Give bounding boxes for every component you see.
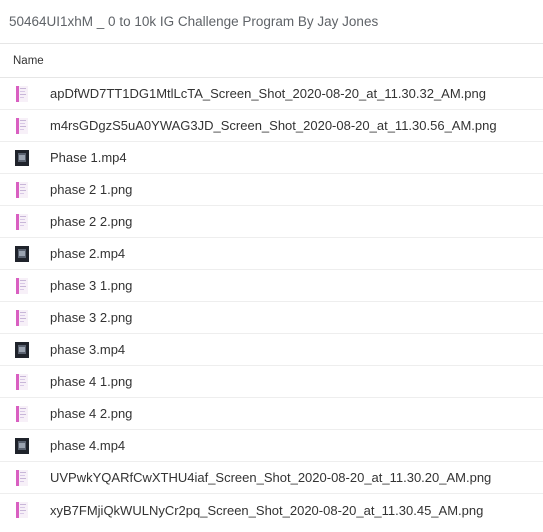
file-row[interactable]: phase 3 2.png	[0, 302, 543, 334]
image-thumbnail-icon	[14, 213, 30, 230]
video-thumbnail-icon	[14, 149, 30, 166]
file-row[interactable]: phase 4 1.png	[0, 366, 543, 398]
image-thumbnail-icon	[14, 117, 30, 134]
file-row[interactable]: phase 2.mp4	[0, 238, 543, 270]
image-thumbnail-icon	[14, 181, 30, 198]
image-thumbnail-icon	[14, 405, 30, 422]
file-row[interactable]: apDfWD7TT1DG1MtlLcTA_Screen_Shot_2020-08…	[0, 78, 543, 110]
file-row[interactable]: phase 4 2.png	[0, 398, 543, 430]
file-name[interactable]: phase 2 2.png	[50, 214, 132, 229]
file-name[interactable]: phase 3 2.png	[50, 310, 132, 325]
folder-title-text: 50464UI1xhM _ 0 to 10k IG Challenge Prog…	[9, 14, 379, 29]
video-thumbnail-icon	[14, 437, 30, 454]
file-row[interactable]: UVPwkYQARfCwXTHU4iaf_Screen_Shot_2020-08…	[0, 462, 543, 494]
file-row[interactable]: xyB7FMjiQkWULNyCr2pq_Screen_Shot_2020-08…	[0, 494, 543, 526]
image-thumbnail-icon	[14, 85, 30, 102]
file-row[interactable]: phase 4.mp4	[0, 430, 543, 462]
column-header-name[interactable]: Name	[0, 44, 543, 78]
file-name[interactable]: m4rsGDgzS5uA0YWAG3JD_Screen_Shot_2020-08…	[50, 118, 497, 133]
file-name[interactable]: phase 4 2.png	[50, 406, 132, 421]
file-name[interactable]: apDfWD7TT1DG1MtlLcTA_Screen_Shot_2020-08…	[50, 86, 486, 101]
file-name[interactable]: xyB7FMjiQkWULNyCr2pq_Screen_Shot_2020-08…	[50, 503, 483, 518]
file-row[interactable]: m4rsGDgzS5uA0YWAG3JD_Screen_Shot_2020-08…	[0, 110, 543, 142]
file-name[interactable]: phase 4 1.png	[50, 374, 132, 389]
image-thumbnail-icon	[14, 502, 30, 518]
file-name[interactable]: phase 3.mp4	[50, 342, 125, 357]
image-thumbnail-icon	[14, 373, 30, 390]
image-thumbnail-icon	[14, 277, 30, 294]
image-thumbnail-icon	[14, 309, 30, 326]
file-name[interactable]: phase 2.mp4	[50, 246, 125, 261]
video-thumbnail-icon	[14, 341, 30, 358]
folder-title: 50464UI1xhM _ 0 to 10k IG Challenge Prog…	[0, 0, 543, 44]
column-header-name-label: Name	[13, 54, 44, 67]
file-name[interactable]: Phase 1.mp4	[50, 150, 127, 165]
file-name[interactable]: UVPwkYQARfCwXTHU4iaf_Screen_Shot_2020-08…	[50, 470, 491, 485]
file-row[interactable]: phase 2 1.png	[0, 174, 543, 206]
file-name[interactable]: phase 3 1.png	[50, 278, 132, 293]
file-row[interactable]: phase 3.mp4	[0, 334, 543, 366]
image-thumbnail-icon	[14, 469, 30, 486]
file-name[interactable]: phase 4.mp4	[50, 438, 125, 453]
file-row[interactable]: phase 2 2.png	[0, 206, 543, 238]
file-name[interactable]: phase 2 1.png	[50, 182, 132, 197]
video-thumbnail-icon	[14, 245, 30, 262]
file-row[interactable]: Phase 1.mp4	[0, 142, 543, 174]
file-list: apDfWD7TT1DG1MtlLcTA_Screen_Shot_2020-08…	[0, 78, 543, 526]
file-row[interactable]: phase 3 1.png	[0, 270, 543, 302]
